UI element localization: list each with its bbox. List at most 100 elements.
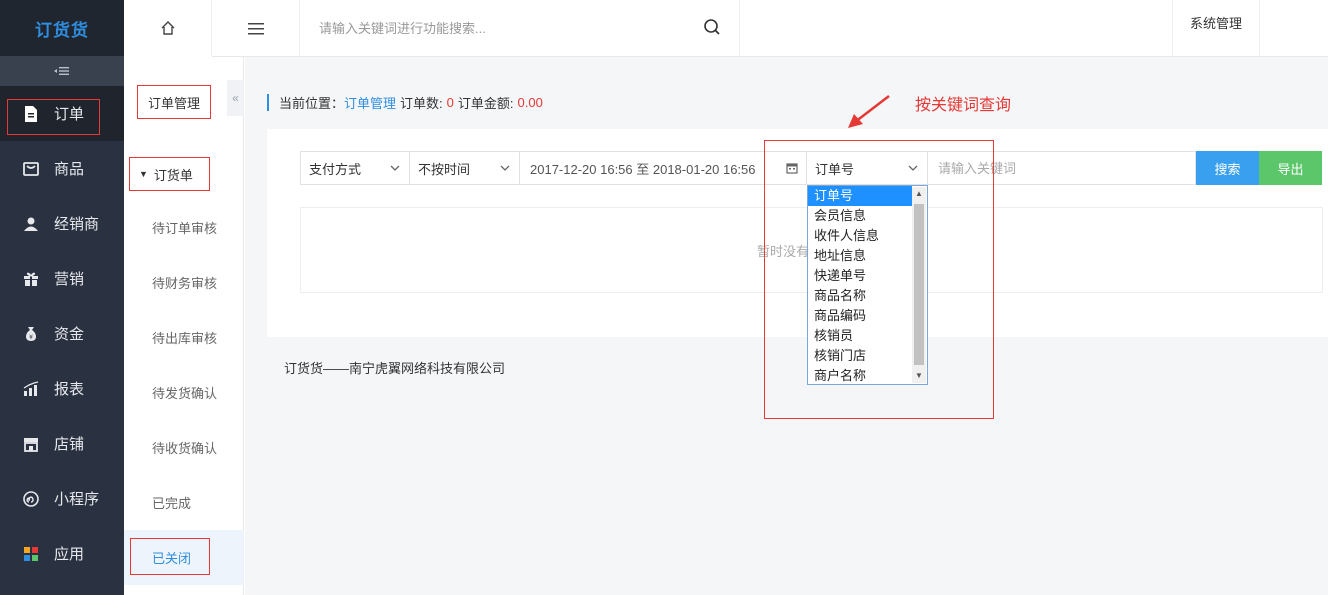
dropdown-option[interactable]: 会员信息 bbox=[808, 206, 912, 226]
logo-text: 订货货 bbox=[35, 20, 89, 40]
order-count-label: 订单数: bbox=[400, 96, 443, 111]
collapse-icon bbox=[54, 67, 69, 75]
sidebar-item-label: 报表 bbox=[54, 381, 85, 398]
sidebar-item-marketing[interactable]: 营销 bbox=[0, 251, 124, 306]
order-count-value: 0 bbox=[446, 95, 454, 110]
sidebar-item-orders[interactable]: 订单 bbox=[0, 86, 124, 141]
sidebar-item-miniprogram[interactable]: 小程序 bbox=[0, 471, 124, 526]
sidebar-collapse-button[interactable] bbox=[0, 56, 124, 86]
order-amount-value: 0.00 bbox=[517, 95, 543, 110]
dropdown-option[interactable]: 地址信息 bbox=[808, 246, 912, 266]
scrollbar-thumb[interactable] bbox=[914, 204, 924, 365]
subnav-title[interactable]: 订单管理 bbox=[137, 85, 211, 119]
breadcrumb: 当前位置： 订单管理 订单数: 0 订单金额: 0.00 bbox=[267, 94, 543, 111]
subnav-item-pending-finance-review[interactable]: 待财务审核 bbox=[124, 255, 244, 310]
filter-bar: 支付方式 不按时间 2017-12-20 16:56 至 2018-01-20 … bbox=[300, 151, 1322, 185]
sidebar-item-funds[interactable]: ¥ 资金 bbox=[0, 306, 124, 361]
sidebar-nav: 订单 商品 经销商 营销 ¥ 资金 报表 店铺 小程序 应用 bbox=[0, 86, 124, 581]
export-button[interactable]: 导出 bbox=[1259, 151, 1322, 185]
order-amount-label: 订单金额: bbox=[457, 96, 514, 111]
function-search-input[interactable] bbox=[319, 21, 689, 36]
keyword-input[interactable] bbox=[928, 151, 1196, 185]
chart-icon bbox=[22, 380, 40, 398]
select-value: 支付方式 bbox=[309, 161, 362, 177]
dropdown-option[interactable]: 商品名称 bbox=[808, 286, 912, 306]
dropdown-scrollbar[interactable]: ▲ ▼ bbox=[912, 187, 926, 383]
double-chevron-left-icon: « bbox=[232, 91, 239, 105]
secondary-nav: 订单管理 ▼ 订货单 待订单审核 待财务审核 待出库审核 待发货确认 待收货确认… bbox=[124, 0, 244, 595]
sidebar-item-label: 经销商 bbox=[54, 216, 100, 233]
payment-method-select[interactable]: 支付方式 bbox=[300, 151, 410, 185]
main-sidebar: 订货货 订单 商品 经销商 营销 ¥ 资金 报表 店铺 小程序 应用 bbox=[0, 0, 124, 595]
dropdown-option[interactable]: 商品编码 bbox=[808, 306, 912, 326]
sidebar-item-store[interactable]: 店铺 bbox=[0, 416, 124, 471]
store-icon bbox=[22, 435, 40, 453]
date-range-value: 2017-12-20 16:56 至 2018-01-20 16:56 bbox=[530, 161, 756, 177]
subnav-item-pending-receipt[interactable]: 待收货确认 bbox=[124, 420, 244, 475]
keyword-field-select[interactable]: 订单号 bbox=[807, 151, 928, 185]
caret-down-icon: ▼ bbox=[139, 169, 148, 179]
keyword-field-dropdown: 订单号 会员信息 收件人信息 地址信息 快递单号 商品名称 商品编码 核销员 核… bbox=[807, 185, 928, 385]
subnav-fold-button[interactable]: « bbox=[227, 80, 244, 116]
scroll-up-icon[interactable]: ▲ bbox=[915, 189, 923, 198]
annotation-text: 按关键词查询 bbox=[915, 97, 1012, 114]
dropdown-option[interactable]: 核销员 bbox=[808, 326, 912, 346]
app-logo[interactable]: 订货货 bbox=[0, 0, 124, 56]
chevron-down-icon bbox=[908, 165, 918, 171]
apps-icon bbox=[22, 545, 40, 563]
sidebar-item-label: 商品 bbox=[54, 161, 85, 178]
search-icon[interactable] bbox=[703, 18, 721, 36]
subnav-item-closed[interactable]: 已关闭 bbox=[124, 530, 244, 585]
subnav-group-orders[interactable]: ▼ 订货单 bbox=[129, 157, 210, 191]
home-button[interactable] bbox=[124, 0, 212, 56]
chevron-down-icon bbox=[390, 165, 400, 171]
system-management-link[interactable]: 系统管理 bbox=[1172, 0, 1260, 57]
breadcrumb-prefix: 当前位置： bbox=[279, 96, 345, 111]
annotation-arrow-icon bbox=[848, 95, 890, 128]
empty-state-text: 暂时没有 bbox=[757, 244, 810, 259]
function-search bbox=[300, 0, 740, 57]
subnav-item-pending-outbound-review[interactable]: 待出库审核 bbox=[124, 310, 244, 365]
sidebar-item-label: 资金 bbox=[54, 326, 85, 343]
dropdown-option[interactable]: 快递单号 bbox=[808, 266, 912, 286]
sidebar-item-apps[interactable]: 应用 bbox=[0, 526, 124, 581]
gift-icon bbox=[22, 270, 40, 288]
dropdown-option[interactable]: 商户名称 bbox=[808, 366, 912, 386]
dropdown-option[interactable]: 核销门店 bbox=[808, 346, 912, 366]
hamburger-icon bbox=[247, 22, 264, 34]
calendar-icon bbox=[786, 163, 798, 174]
breadcrumb-link-orders[interactable]: 订单管理 bbox=[344, 93, 396, 112]
footer-text: 订货货——南宁虎翼网络科技有限公司 bbox=[284, 361, 506, 376]
sidebar-item-label: 店铺 bbox=[54, 436, 85, 453]
miniprogram-icon bbox=[22, 490, 40, 508]
subnav-item-pending-order-review[interactable]: 待订单审核 bbox=[124, 200, 244, 255]
box-icon bbox=[22, 160, 40, 178]
dropdown-option[interactable]: 收件人信息 bbox=[808, 226, 912, 246]
order-panel: 支付方式 不按时间 2017-12-20 16:56 至 2018-01-20 … bbox=[267, 129, 1328, 337]
chevron-down-icon bbox=[500, 165, 510, 171]
money-bag-icon: ¥ bbox=[22, 325, 40, 343]
svg-text:¥: ¥ bbox=[29, 334, 33, 341]
dropdown-options: 订单号 会员信息 收件人信息 地址信息 快递单号 商品名称 商品编码 核销员 核… bbox=[808, 186, 927, 386]
sidebar-item-label: 小程序 bbox=[54, 491, 100, 508]
main-content: 当前位置： 订单管理 订单数: 0 订单金额: 0.00 支付方式 不按时间 2… bbox=[245, 57, 1328, 595]
sidebar-item-reports[interactable]: 报表 bbox=[0, 361, 124, 416]
select-value: 订单号 bbox=[815, 161, 855, 177]
search-button[interactable]: 搜索 bbox=[1196, 151, 1259, 185]
top-bar: 系统管理 bbox=[212, 0, 1328, 57]
sidebar-item-distributors[interactable]: 经销商 bbox=[0, 196, 124, 251]
home-icon bbox=[161, 21, 174, 35]
menu-toggle-button[interactable] bbox=[212, 0, 300, 57]
date-range-input[interactable]: 2017-12-20 16:56 至 2018-01-20 16:56 bbox=[520, 151, 807, 185]
scroll-down-icon[interactable]: ▼ bbox=[915, 371, 923, 380]
subnav-item-pending-shipping[interactable]: 待发货确认 bbox=[124, 365, 244, 420]
time-filter-select[interactable]: 不按时间 bbox=[410, 151, 520, 185]
highlight-box bbox=[130, 538, 210, 575]
select-value: 不按时间 bbox=[418, 161, 471, 177]
user-icon bbox=[22, 215, 40, 233]
dropdown-option[interactable]: 订单号 bbox=[808, 186, 912, 206]
subnav-group-label: 订货单 bbox=[153, 167, 193, 183]
sidebar-item-label: 应用 bbox=[54, 546, 85, 563]
subnav-item-completed[interactable]: 已完成 bbox=[124, 475, 244, 530]
sidebar-item-products[interactable]: 商品 bbox=[0, 141, 124, 196]
